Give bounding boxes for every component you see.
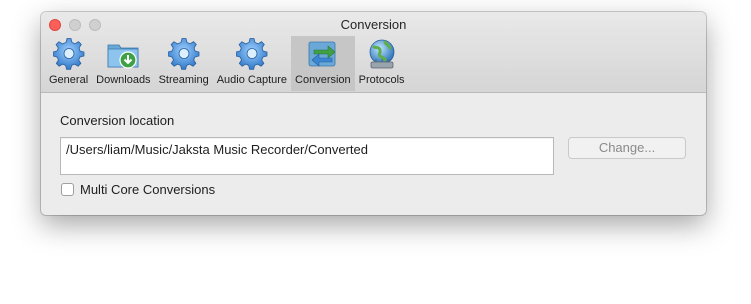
- gear-icon: [52, 37, 86, 71]
- conversion-arrows-icon: [306, 37, 340, 71]
- multi-core-row[interactable]: Multi Core Conversions: [61, 182, 215, 197]
- preferences-window: Conversion General Downloads Streaming A…: [41, 12, 706, 215]
- tab-label: Protocols: [358, 74, 405, 86]
- window-title: Conversion: [340, 17, 407, 32]
- globe-network-icon: [365, 37, 399, 71]
- tab-conversion[interactable]: Conversion: [291, 36, 355, 91]
- tab-downloads[interactable]: Downloads: [92, 36, 154, 91]
- tab-general[interactable]: General: [45, 36, 92, 91]
- change-button[interactable]: Change...: [568, 137, 686, 159]
- tab-label: Downloads: [96, 74, 151, 86]
- tab-label: General: [49, 74, 89, 86]
- download-folder-icon: [106, 37, 140, 71]
- multi-core-label: Multi Core Conversions: [80, 182, 216, 197]
- tab-label: Conversion: [295, 74, 351, 86]
- conversion-pane: Conversion location /Users/liam/Music/Ja…: [41, 93, 706, 215]
- conversion-path-field[interactable]: /Users/liam/Music/Jaksta Music Recorder/…: [60, 137, 554, 175]
- conversion-location-label: Conversion location: [60, 113, 175, 128]
- tab-audio-capture[interactable]: Audio Capture: [213, 36, 291, 91]
- tab-label: Streaming: [158, 74, 209, 86]
- gear-icon: [235, 37, 269, 71]
- tab-label: Audio Capture: [216, 74, 288, 86]
- tab-protocols[interactable]: Protocols: [355, 36, 409, 91]
- gear-icon: [167, 37, 201, 71]
- toolbar: Conversion General Downloads Streaming A…: [41, 12, 706, 93]
- multi-core-checkbox[interactable]: [61, 183, 74, 196]
- preference-tabs: General Downloads Streaming Audio Captur…: [45, 36, 409, 92]
- tab-streaming[interactable]: Streaming: [155, 36, 213, 91]
